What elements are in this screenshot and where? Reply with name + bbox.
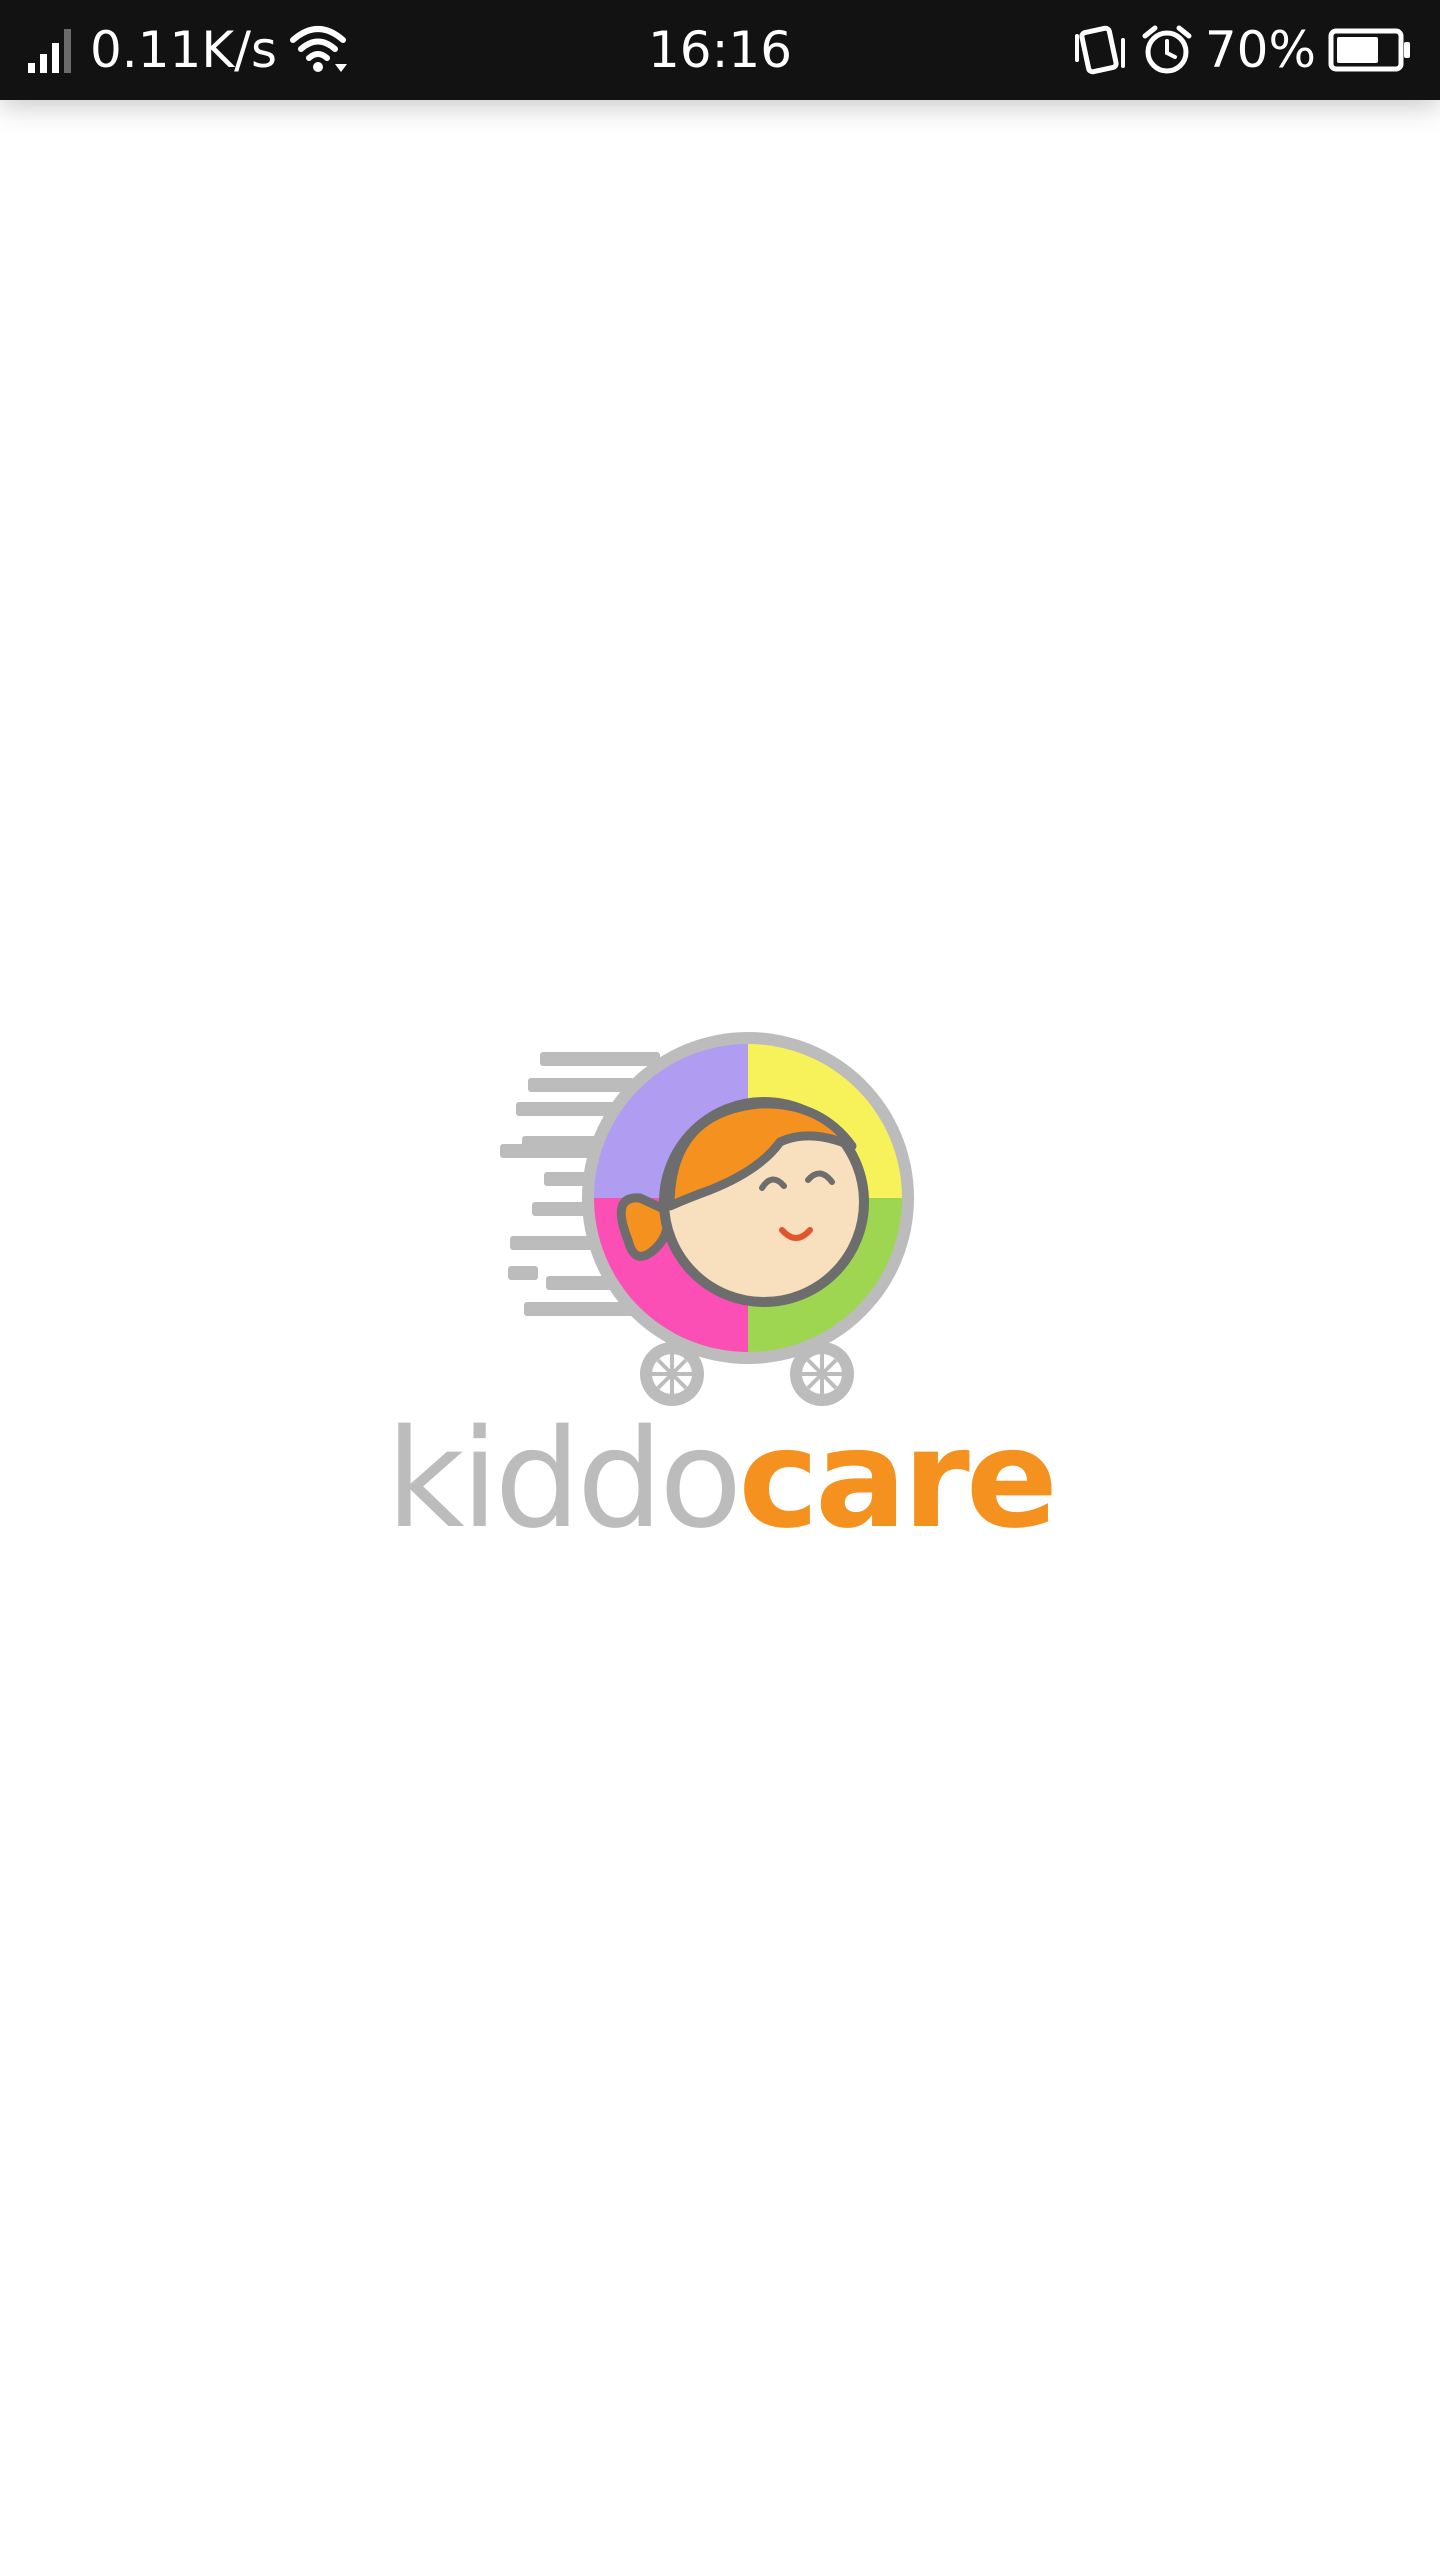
alarm-icon xyxy=(1141,24,1193,76)
brand-name-kiddo: kiddo xyxy=(385,1401,742,1559)
brand-wordmark: kiddocare xyxy=(0,1410,1440,1550)
brand-name-care: care xyxy=(738,1401,1058,1559)
status-bar: 0.11K/s 16:16 70% xyxy=(0,0,1440,100)
status-bar-right: 70% xyxy=(1073,0,1412,100)
splash-screen: 0.11K/s 16:16 70% kiddocare xyxy=(0,0,1440,2560)
battery-percent: 70% xyxy=(1204,21,1316,79)
vibrate-icon xyxy=(1073,24,1129,76)
battery-icon xyxy=(1328,28,1412,72)
battery-fill xyxy=(1337,37,1378,63)
